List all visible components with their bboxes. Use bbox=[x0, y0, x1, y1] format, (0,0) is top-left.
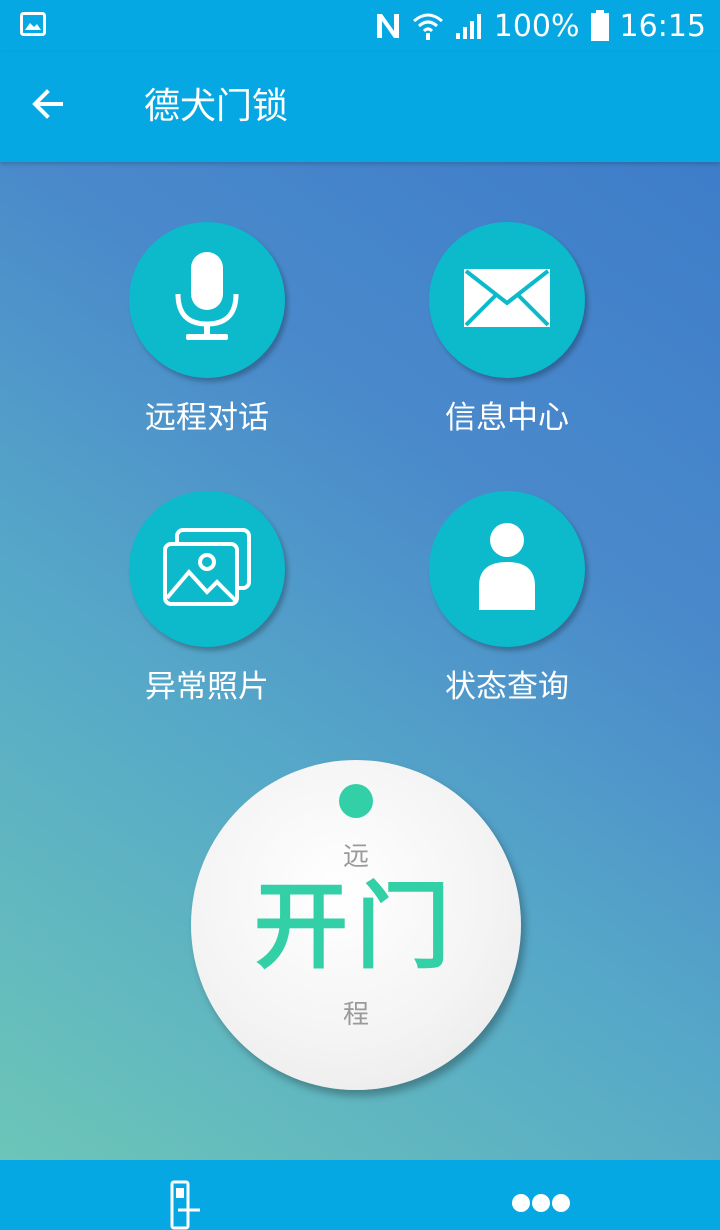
photos-icon bbox=[161, 526, 253, 612]
microphone-icon bbox=[172, 250, 242, 350]
feature-label: 远程对话 bbox=[145, 400, 269, 436]
open-door-label: 开门 bbox=[253, 873, 458, 982]
nav-more-tab[interactable] bbox=[510, 1190, 572, 1216]
feature-message-center[interactable]: 信息中心 bbox=[387, 222, 627, 440]
feature-label: 信息中心 bbox=[445, 400, 569, 436]
abnormal-photos-button[interactable] bbox=[129, 491, 285, 647]
arrow-left-icon bbox=[31, 89, 65, 123]
status-bar: 100% 16:15 bbox=[0, 0, 720, 52]
envelope-icon bbox=[462, 267, 552, 333]
person-icon bbox=[475, 522, 539, 616]
app-screen: 100% 16:15 德犬门锁 远程对话 信息中心 异常照片 状态查询 远 开门… bbox=[0, 0, 720, 1230]
door-lock-icon bbox=[164, 1180, 204, 1230]
page-title: 德犬门锁 bbox=[144, 86, 289, 127]
nfc-icon bbox=[374, 11, 402, 41]
feature-remote-talk[interactable]: 远程对话 bbox=[87, 222, 327, 440]
app-toolbar: 德犬门锁 bbox=[0, 52, 720, 162]
bottom-navigation bbox=[0, 1160, 720, 1230]
indicator-dot bbox=[339, 784, 373, 818]
feature-abnormal-photos[interactable]: 异常照片 bbox=[87, 491, 327, 709]
signal-icon bbox=[454, 11, 484, 41]
battery-icon bbox=[590, 10, 610, 42]
clock: 16:15 bbox=[619, 8, 706, 44]
feature-status-query[interactable]: 状态查询 bbox=[387, 491, 627, 709]
nav-door-lock-tab[interactable] bbox=[164, 1180, 204, 1230]
back-button[interactable] bbox=[18, 76, 78, 136]
status-right-group: 100% 16:15 bbox=[374, 6, 706, 46]
message-center-button[interactable] bbox=[429, 222, 585, 378]
feature-label: 状态查询 bbox=[445, 669, 569, 705]
remote-talk-button[interactable] bbox=[129, 222, 285, 378]
remote-open-door-button[interactable]: 远 开门 程 bbox=[191, 760, 521, 1090]
gallery-notification-icon bbox=[20, 12, 46, 36]
battery-percent: 100% bbox=[493, 8, 580, 44]
more-dots-icon bbox=[510, 1194, 572, 1220]
feature-label: 异常照片 bbox=[145, 669, 269, 705]
wifi-icon bbox=[412, 11, 444, 41]
status-query-button[interactable] bbox=[429, 491, 585, 647]
open-bottom-text: 程 bbox=[342, 1000, 369, 1030]
open-top-text: 远 bbox=[342, 842, 369, 872]
